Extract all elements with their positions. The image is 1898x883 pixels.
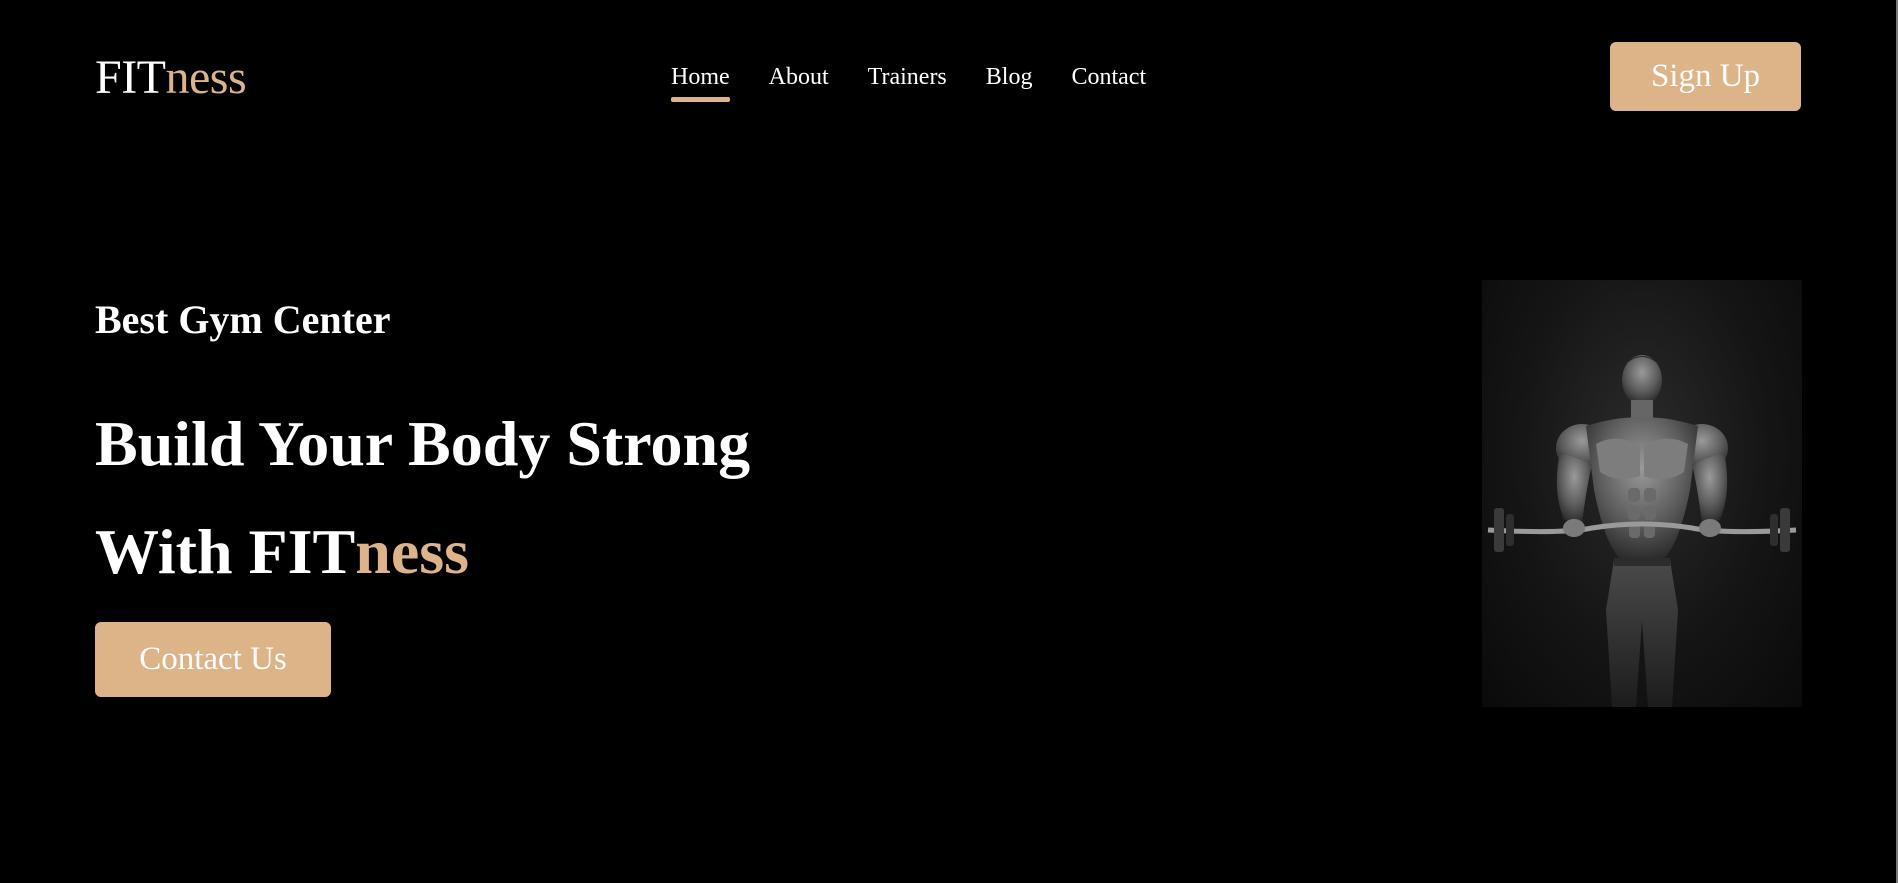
hero-title-line1: Build Your Body Strong	[95, 408, 751, 479]
nav-item-contact[interactable]: Contact	[1071, 60, 1146, 94]
nav-item-trainers[interactable]: Trainers	[868, 60, 947, 94]
hero-title-line2-prefix: With	[95, 516, 249, 587]
main-nav: Home About Trainers Blog Contact	[671, 60, 1146, 102]
brand-logo[interactable]: FITness	[95, 48, 247, 108]
hero-kicker: Best Gym Center	[95, 297, 391, 342]
contact-us-button[interactable]: Contact Us	[95, 622, 331, 697]
hero-title: Build Your Body Strong With FITness	[95, 390, 750, 606]
nav-item-about[interactable]: About	[769, 60, 829, 94]
sign-up-button[interactable]: Sign Up	[1610, 42, 1801, 111]
hero-title-ness: ness	[355, 516, 470, 587]
logo-text-fit: FIT	[95, 51, 166, 104]
logo-text-ness: ness	[165, 51, 247, 104]
bodybuilder-photo-icon	[1482, 280, 1802, 707]
hero-title-fit: FIT	[248, 516, 356, 587]
bodybuilder-figure-icon	[1487, 355, 1797, 707]
nav-item-blog[interactable]: Blog	[986, 60, 1033, 94]
nav-item-home[interactable]: Home	[671, 60, 730, 102]
landing-page: FITness Home About Trainers Blog Contact…	[0, 0, 1898, 883]
